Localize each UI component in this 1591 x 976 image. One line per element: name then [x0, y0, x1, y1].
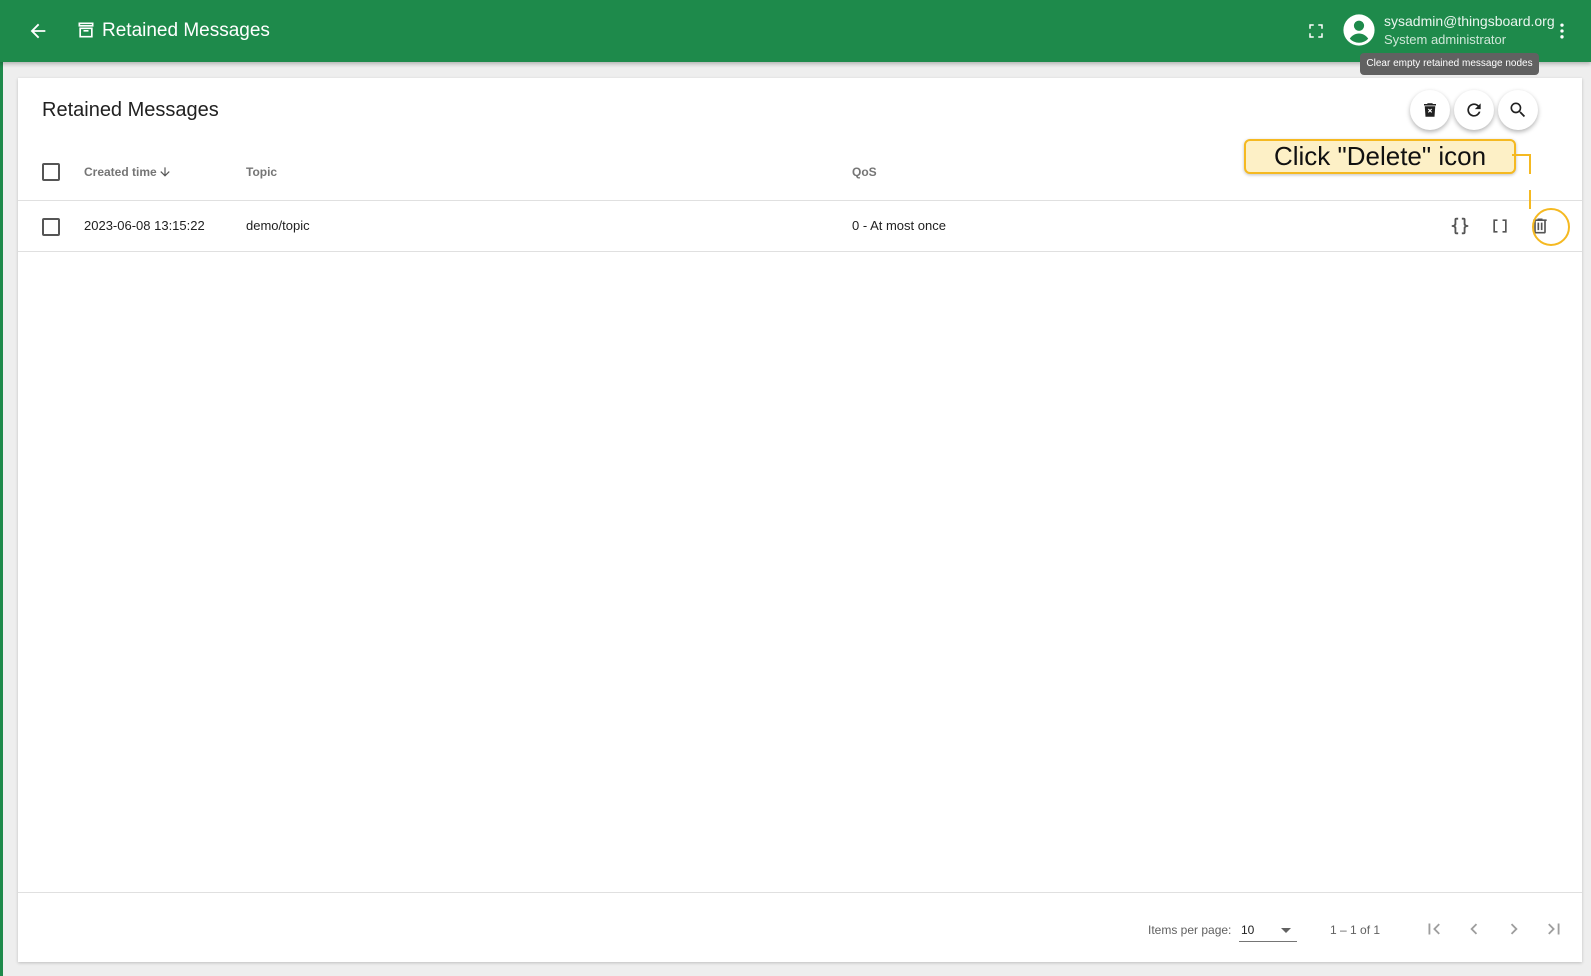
back-button[interactable] [20, 13, 56, 49]
previous-page-button[interactable] [1460, 915, 1488, 943]
callout-connector-lower [1529, 190, 1531, 209]
user-email: sysadmin@thingsboard.org [1384, 13, 1555, 29]
retained-messages-card: Retained Messages Created time Topic QoS… [18, 78, 1582, 962]
select-all-checkbox[interactable] [42, 163, 60, 181]
items-per-page-select[interactable]: 10 [1239, 917, 1297, 942]
column-created-time[interactable]: Created time [84, 165, 157, 179]
last-page-icon [1548, 923, 1560, 935]
callout-connector-upper [1529, 154, 1531, 174]
tutorial-callout: Click "Delete" icon [1244, 139, 1516, 174]
clear-empty-nodes-button[interactable] [1410, 90, 1450, 130]
column-topic[interactable]: Topic [246, 165, 277, 179]
items-per-page-value: 10 [1241, 923, 1255, 937]
card-title: Retained Messages [42, 99, 219, 121]
archive-icon [78, 22, 94, 38]
delete-highlight-ring [1532, 208, 1570, 246]
items-per-page-label: Items per page: [1148, 923, 1232, 937]
arrow-left-icon [30, 23, 46, 39]
first-page-button[interactable] [1420, 915, 1448, 943]
cell-topic: demo/topic [246, 218, 310, 233]
callout-connector-horizontal [1512, 154, 1530, 156]
view-json-button[interactable] [1444, 210, 1476, 242]
search-button[interactable] [1498, 90, 1538, 130]
delete-sweep-icon [1424, 103, 1436, 117]
more-vert-icon [1560, 23, 1564, 39]
view-array-button[interactable] [1484, 210, 1516, 242]
arrow-down-icon[interactable] [158, 165, 172, 179]
chevron-left-icon [1470, 923, 1478, 935]
column-qos[interactable]: QoS [852, 165, 877, 179]
top-bar: Retained Messages sysadmin@thingsboard.o… [0, 0, 1591, 62]
range-label: 1 – 1 of 1 [1330, 923, 1381, 937]
chevron-right-icon [1510, 923, 1518, 935]
row-checkbox[interactable] [42, 218, 60, 236]
next-page-button[interactable] [1500, 915, 1528, 943]
last-page-button[interactable] [1540, 915, 1568, 943]
page-title: Retained Messages [102, 20, 270, 41]
cell-qos: 0 - At most once [852, 218, 946, 233]
search-icon [1510, 102, 1526, 118]
table-row[interactable]: 2023-06-08 13:15:22 demo/topic 0 - At mo… [18, 201, 1582, 252]
more-menu-button[interactable] [1548, 15, 1576, 47]
cell-created-time: 2023-06-08 13:15:22 [84, 218, 205, 233]
paginator: Items per page: 10 1 – 1 of 1 [18, 892, 1582, 963]
fullscreen-button[interactable] [1300, 15, 1332, 47]
account-circle-icon[interactable] [1342, 13, 1376, 47]
left-edge-strip [0, 0, 3, 976]
chevron-down-icon [1281, 928, 1291, 933]
fullscreen-icon [1309, 24, 1323, 38]
refresh-button[interactable] [1454, 90, 1494, 130]
refresh-icon [1467, 103, 1481, 117]
tooltip: Clear empty retained message nodes [1360, 53, 1539, 75]
code-braces-icon [1451, 217, 1469, 235]
user-role: System administrator [1384, 32, 1507, 47]
code-brackets-icon [1493, 219, 1507, 233]
first-page-icon [1428, 923, 1440, 935]
